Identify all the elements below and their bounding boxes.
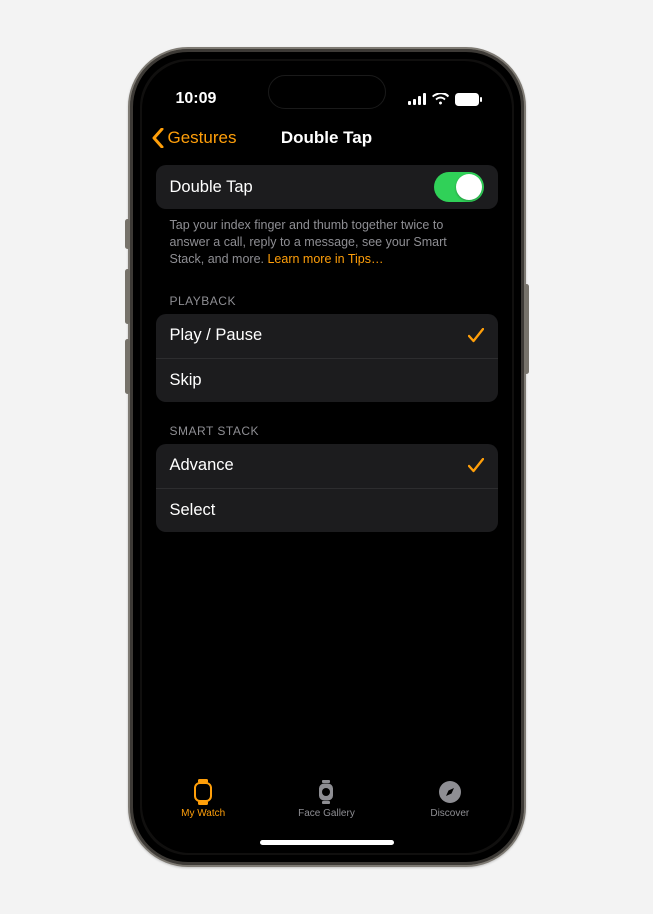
dynamic-island [268, 75, 386, 109]
watch-icon [194, 779, 212, 805]
playback-header: PLAYBACK [156, 272, 498, 314]
status-time: 10:09 [176, 90, 217, 108]
back-button[interactable]: Gestures [152, 128, 237, 148]
tab-label: My Watch [181, 808, 225, 819]
checkmark-icon [468, 328, 484, 343]
back-label: Gestures [168, 128, 237, 148]
smart-stack-option-select[interactable]: Select [156, 488, 498, 532]
page-title: Double Tap [281, 128, 372, 148]
smart-stack-option-advance[interactable]: Advance [156, 444, 498, 488]
tab-label: Face Gallery [298, 808, 355, 819]
battery-icon [455, 93, 482, 106]
side-button [125, 219, 130, 249]
power-button [524, 284, 529, 374]
playback-option-skip[interactable]: Skip [156, 358, 498, 402]
volume-down-button [125, 339, 130, 394]
smart-stack-group: Advance Select [156, 444, 498, 532]
tab-discover[interactable]: Discover [389, 779, 511, 819]
gallery-icon [317, 779, 335, 805]
main-toggle-footer: Tap your index finger and thumb together… [156, 209, 498, 272]
toggle-label: Double Tap [170, 178, 253, 197]
tab-face-gallery[interactable]: Face Gallery [265, 779, 387, 819]
double-tap-switch[interactable] [434, 172, 484, 202]
switch-knob [456, 174, 482, 200]
tab-label: Discover [430, 808, 469, 819]
smart-stack-header: SMART STACK [156, 402, 498, 444]
tab-my-watch[interactable]: My Watch [142, 779, 264, 819]
iphone-frame: 10:09 [128, 47, 526, 867]
playback-group: Play / Pause Skip [156, 314, 498, 402]
home-indicator[interactable] [260, 840, 394, 845]
chevron-left-icon [152, 128, 164, 148]
option-label: Select [170, 501, 216, 520]
compass-icon [438, 779, 462, 805]
volume-up-button [125, 269, 130, 324]
cellular-icon [408, 93, 426, 105]
status-icons [408, 93, 482, 106]
option-label: Skip [170, 371, 202, 390]
playback-option-play-pause[interactable]: Play / Pause [156, 314, 498, 358]
double-tap-toggle-row[interactable]: Double Tap [156, 165, 498, 209]
option-label: Play / Pause [170, 326, 263, 345]
nav-bar: Gestures Double Tap [142, 117, 512, 159]
settings-content[interactable]: Double Tap Tap your index finger and thu… [142, 159, 512, 773]
learn-more-link[interactable]: Learn more in Tips… [267, 252, 383, 266]
main-toggle-group: Double Tap [156, 165, 498, 209]
checkmark-icon [468, 458, 484, 473]
option-label: Advance [170, 456, 234, 475]
wifi-icon [432, 93, 449, 105]
screen: 10:09 [142, 61, 512, 853]
